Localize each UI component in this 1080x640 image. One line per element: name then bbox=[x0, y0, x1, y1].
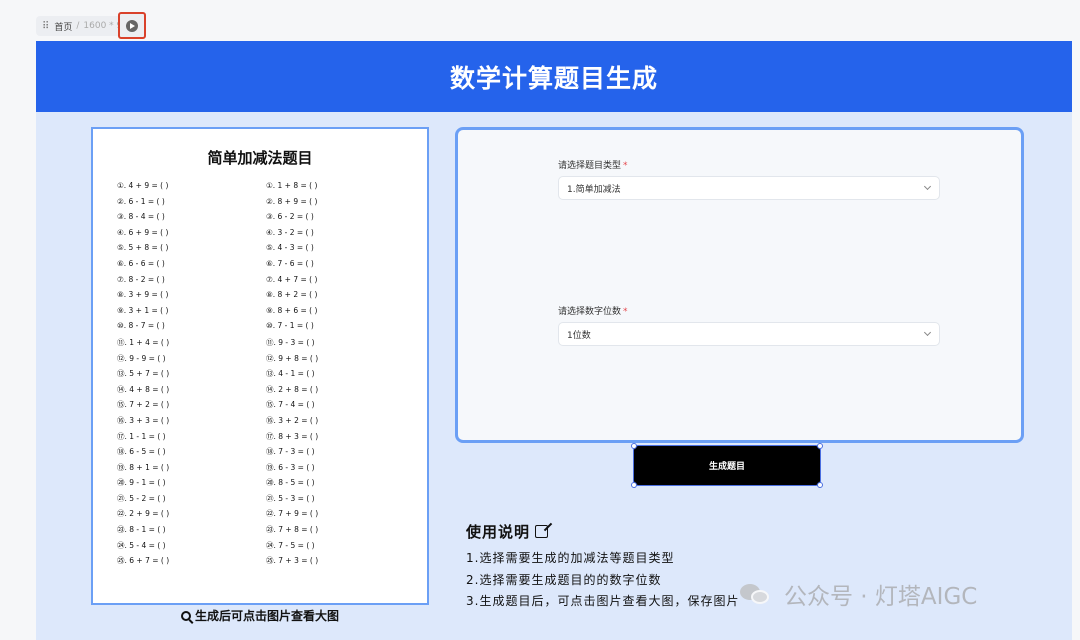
drag-handle-icon[interactable]: ⠿ bbox=[42, 21, 49, 32]
question-item: ⑰. 1 - 1 = ( ) bbox=[117, 431, 166, 441]
question-item: ⑤. 5 + 8 = ( ) bbox=[117, 243, 169, 253]
question-type-label-text: 请选择题目类型 bbox=[558, 161, 622, 171]
settings-panel: 请选择题目类型 * 1.简单加减法 请选择数字位数 * 1位数 bbox=[455, 127, 1024, 443]
question-item: ⑥. 6 - 6 = ( ) bbox=[117, 258, 165, 268]
chevron-down-icon bbox=[923, 182, 932, 191]
view-hint: 生成后可点击图片查看大图 bbox=[91, 607, 429, 624]
worksheet-image[interactable]: 简单加减法题目 ①. 4 + 9 = ( ) ②. 6 - 1 = ( ) ③. 8… bbox=[91, 127, 429, 605]
question-item: ㉑. 5 - 2 = ( ) bbox=[117, 493, 166, 503]
question-item: ㉒. 2 + 9 = ( ) bbox=[117, 509, 170, 519]
question-type-value: 1.简单加减法 bbox=[567, 184, 621, 195]
question-item: ④. 6 + 9 = ( ) bbox=[117, 227, 169, 237]
usage-title-text: 使用说明 bbox=[466, 523, 531, 541]
question-item: ⑭. 2 + 8 = ( ) bbox=[266, 384, 319, 394]
play-icon bbox=[126, 19, 138, 32]
usage-step: 2.选择需要生成题目的的数字位数 bbox=[466, 572, 662, 587]
generate-button[interactable]: 生成题目 bbox=[633, 445, 821, 486]
digit-count-select[interactable]: 1位数 bbox=[558, 322, 940, 346]
question-item: ⑩. 7 - 1 = ( ) bbox=[266, 321, 314, 331]
question-type-label: 请选择题目类型 * bbox=[558, 158, 628, 171]
question-column-left: ①. 4 + 9 = ( ) ②. 6 - 1 = ( ) ③. 8 - 4 = (… bbox=[117, 181, 169, 571]
question-item: ㉔. 5 - 4 = ( ) bbox=[117, 540, 166, 550]
required-mark: * bbox=[623, 307, 628, 317]
edit-icon bbox=[535, 525, 549, 538]
separator: / bbox=[76, 21, 80, 31]
question-item: ㉓. 8 - 1 = ( ) bbox=[117, 525, 166, 535]
digit-count-value: 1位数 bbox=[567, 330, 591, 341]
digit-count-label-text: 请选择数字位数 bbox=[558, 307, 622, 317]
question-item: ①. 4 + 9 = ( ) bbox=[117, 181, 169, 190]
question-item: ⑤. 4 - 3 = ( ) bbox=[266, 243, 314, 253]
question-item: ②. 6 - 1 = ( ) bbox=[117, 196, 165, 206]
question-item: ㉕. 7 + 3 = ( ) bbox=[266, 556, 319, 566]
question-item: ⑬. 5 + 7 = ( ) bbox=[117, 369, 170, 379]
preview-button[interactable] bbox=[118, 12, 146, 39]
question-item: ③. 8 - 4 = ( ) bbox=[117, 212, 165, 222]
question-item: ⑰. 8 + 3 = ( ) bbox=[266, 431, 319, 441]
question-item: ④. 3 - 2 = ( ) bbox=[266, 227, 314, 237]
question-item: ⑲. 6 - 3 = ( ) bbox=[266, 462, 315, 472]
question-item: ①. 1 + 8 = ( ) bbox=[266, 181, 318, 190]
page-title: 数学计算题目生成 bbox=[449, 63, 658, 93]
resize-handle[interactable] bbox=[817, 443, 823, 449]
question-item: ㉓. 7 + 8 = ( ) bbox=[266, 525, 319, 535]
question-item: ②. 8 + 9 = ( ) bbox=[266, 196, 318, 206]
usage-step: 1.选择需要生成的加减法等题目类型 bbox=[466, 551, 675, 565]
question-item: ㉔. 7 - 5 = ( ) bbox=[266, 540, 315, 550]
question-item: ⑯. 3 + 2 = ( ) bbox=[266, 415, 319, 425]
question-item: ⑦. 8 - 2 = ( ) bbox=[117, 274, 165, 284]
search-icon bbox=[180, 611, 191, 621]
question-column-right: ①. 1 + 8 = ( ) ②. 8 + 9 = ( ) ③. 6 - 2 = (… bbox=[266, 181, 318, 571]
question-item: ⑱. 6 - 5 = ( ) bbox=[117, 447, 166, 457]
question-item: ⑧. 3 + 9 = ( ) bbox=[117, 290, 169, 300]
resize-handle[interactable] bbox=[817, 482, 823, 488]
question-item: ⑱. 7 - 3 = ( ) bbox=[266, 447, 315, 457]
usage-title: 使用说明 bbox=[466, 521, 739, 542]
page-name: 首页 bbox=[54, 22, 73, 33]
resize-handle[interactable] bbox=[631, 482, 637, 488]
question-item: ⑳. 8 - 5 = ( ) bbox=[266, 478, 315, 488]
question-item: ⑧. 8 + 2 = ( ) bbox=[266, 290, 318, 300]
view-hint-text: 生成后可点击图片查看大图 bbox=[194, 609, 339, 623]
question-item: ⑨. 3 + 1 = ( ) bbox=[117, 305, 169, 315]
question-item: ⑨. 8 + 6 = ( ) bbox=[266, 305, 318, 315]
worksheet-title: 简单加减法题目 bbox=[207, 149, 313, 167]
watermark-text: 公众号 · 灯塔AIGC bbox=[784, 584, 978, 610]
question-item: ⑬. 4 - 1 = ( ) bbox=[266, 369, 315, 379]
question-item: ⑥. 7 - 6 = ( ) bbox=[266, 258, 314, 268]
question-item: ⑭. 4 + 8 = ( ) bbox=[117, 384, 170, 394]
question-item: ⑳. 9 - 1 = ( ) bbox=[117, 478, 166, 488]
wechat-icon bbox=[740, 581, 770, 607]
question-item: ⑦. 4 + 7 = ( ) bbox=[266, 274, 318, 284]
question-item: ⑫. 9 + 8 = ( ) bbox=[266, 353, 319, 363]
question-item: ⑮. 7 - 4 = ( ) bbox=[266, 400, 315, 410]
question-item: ⑫. 9 - 9 = ( ) bbox=[117, 353, 166, 363]
chevron-down-icon bbox=[923, 328, 932, 337]
usage-step: 3.生成题目后，可点击图片查看大图，保存图片 bbox=[466, 594, 740, 608]
question-type-select[interactable]: 1.简单加减法 bbox=[558, 176, 940, 200]
required-mark: * bbox=[623, 161, 628, 171]
app-canvas: 数学计算题目生成 简单加减法题目 ①. 4 + 9 = ( ) ②. 6 - 1 … bbox=[36, 41, 1072, 640]
question-item: ③. 6 - 2 = ( ) bbox=[266, 212, 314, 222]
question-item: ㉒. 7 + 9 = ( ) bbox=[266, 509, 319, 519]
watermark: 公众号 · 灯塔AIGC bbox=[740, 577, 977, 611]
resize-handle[interactable] bbox=[631, 443, 637, 449]
question-item: ⑪. 9 - 3 = ( ) bbox=[266, 337, 315, 347]
usage-section: 使用说明 1.选择需要生成的加减法等题目类型 2.选择需要生成题目的的数字位数 … bbox=[466, 521, 739, 613]
question-item: ㉑. 5 - 3 = ( ) bbox=[266, 493, 315, 503]
question-item: ㉕. 6 + 7 = ( ) bbox=[117, 556, 170, 566]
question-item: ⑮. 7 + 2 = ( ) bbox=[117, 400, 170, 410]
question-item: ⑯. 3 + 3 = ( ) bbox=[117, 415, 170, 425]
question-item: ⑲. 8 + 1 = ( ) bbox=[117, 462, 170, 472]
app-header: 数学计算题目生成 bbox=[36, 41, 1072, 112]
question-item: ⑩. 8 - 7 = ( ) bbox=[117, 321, 165, 331]
question-item: ⑪. 1 + 4 = ( ) bbox=[117, 337, 170, 347]
digit-count-label: 请选择数字位数 * bbox=[558, 304, 628, 317]
